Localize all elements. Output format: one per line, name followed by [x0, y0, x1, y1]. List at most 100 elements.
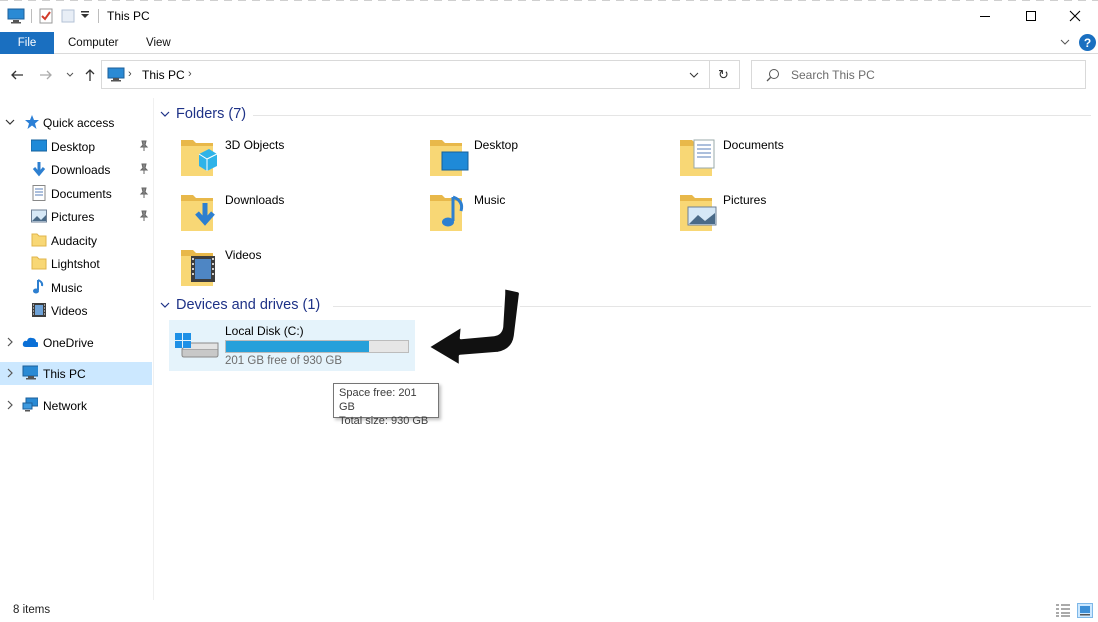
pin-icon[interactable]	[138, 163, 149, 174]
drive-usage-bar	[225, 340, 409, 353]
sidebar-item-label: Videos	[51, 303, 88, 318]
folder-item[interactable]: Downloads	[179, 189, 419, 241]
folder-icon	[31, 256, 47, 270]
folder-name: Documents	[723, 138, 784, 152]
sidebar-item-downloads[interactable]: Downloads	[0, 158, 152, 181]
group-header-folders[interactable]: Folders (7)	[160, 104, 246, 124]
address-bar[interactable]: › This PC › ↻	[101, 60, 740, 89]
group-header-devices[interactable]: Devices and drives (1)	[160, 295, 320, 315]
sidebar-item-pictures[interactable]: Pictures	[0, 205, 152, 228]
folder-name: Desktop	[474, 138, 519, 152]
chevron-down-icon[interactable]	[5, 117, 15, 127]
up-arrow-icon	[85, 69, 95, 81]
forward-button[interactable]	[37, 66, 55, 84]
chevron-down-icon	[66, 72, 74, 77]
title-bar: This PC	[0, 0, 1098, 32]
pin-icon[interactable]	[138, 187, 149, 198]
cloud-icon	[22, 337, 38, 347]
chevron-right-icon[interactable]	[5, 368, 15, 378]
curved-arrow-icon	[426, 286, 522, 368]
sidebar-item-music[interactable]: Music	[0, 276, 152, 299]
maximize-icon	[1026, 11, 1036, 21]
drive-local-disk-c[interactable]: Local Disk (C:) 201 GB free of 930 GB	[169, 320, 415, 371]
drive-usage-fill	[226, 341, 369, 352]
folder-item[interactable]: Documents	[678, 134, 918, 186]
music-folder-icon	[430, 195, 464, 231]
folder-icon	[31, 233, 47, 247]
documents-folder-icon	[680, 139, 715, 176]
sidebar-item-lightshot[interactable]: Lightshot	[0, 252, 152, 275]
sidebar-item-documents[interactable]: Documents	[0, 182, 152, 205]
drive-free-space: 201 GB free of 930 GB	[225, 355, 342, 367]
folder-item[interactable]: 3D Objects	[179, 134, 419, 186]
desktop-icon	[31, 139, 47, 152]
folder-name: Pictures	[723, 193, 767, 207]
sidebar-item-this-pc[interactable]: This PC	[0, 362, 152, 385]
sidebar-item-network[interactable]: Network	[0, 394, 152, 417]
folder-item[interactable]: Pictures	[678, 189, 918, 241]
recent-locations-button[interactable]	[61, 66, 79, 84]
details-view-icon[interactable]	[1055, 603, 1071, 618]
search-box[interactable]: Search This PC	[751, 60, 1086, 89]
chevron-right-icon[interactable]	[5, 400, 15, 410]
folder-name: Videos	[225, 248, 262, 262]
tab-computer[interactable]: Computer	[68, 32, 119, 54]
up-button[interactable]	[81, 66, 99, 84]
close-button[interactable]	[1052, 0, 1098, 32]
download-icon	[32, 162, 46, 177]
file-list-view: Folders (7) 3D Objects Desktop Documents…	[155, 98, 1098, 600]
search-input[interactable]: Search This PC	[791, 68, 875, 82]
pin-icon[interactable]	[138, 140, 149, 151]
refresh-icon[interactable]: ↻	[718, 67, 729, 83]
sidebar-item-onedrive[interactable]: OneDrive	[0, 331, 152, 354]
desktop-folder-icon	[430, 140, 469, 176]
group-header-label: Devices and drives (1)	[176, 297, 321, 313]
large-icons-view-icon[interactable]	[1077, 603, 1093, 618]
back-button[interactable]	[8, 66, 26, 84]
item-count: 8 items	[13, 604, 51, 616]
window-title: This PC	[107, 9, 150, 23]
folder-item[interactable]: Music	[428, 189, 668, 241]
customize-toolbar-icon[interactable]	[80, 10, 90, 20]
breadcrumb-this-pc[interactable]: This PC	[142, 68, 185, 82]
breadcrumb-chevron-icon[interactable]: ›	[188, 68, 192, 80]
sidebar-item-label: Pictures	[51, 209, 95, 224]
film-icon	[32, 303, 46, 317]
sidebar-item-quick-access[interactable]: Quick access	[0, 111, 152, 134]
this-pc-icon	[22, 365, 38, 380]
new-folder-icon[interactable]	[60, 8, 76, 24]
sidebar-item-label: This PC	[43, 366, 86, 381]
videos-folder-icon	[181, 250, 215, 286]
sidebar-item-label: Audacity	[51, 233, 98, 248]
folder-item[interactable]: Videos	[179, 244, 419, 296]
address-dropdown-icon[interactable]	[688, 70, 700, 80]
chevron-down-icon[interactable]	[160, 109, 170, 119]
network-icon	[22, 397, 38, 412]
chevron-right-icon[interactable]	[5, 337, 15, 347]
tab-file[interactable]: File	[0, 32, 54, 54]
tab-view[interactable]: View	[146, 32, 171, 54]
music-note-icon	[33, 279, 44, 294]
folder-item[interactable]: Desktop	[428, 134, 668, 186]
this-pc-icon	[107, 67, 125, 82]
sidebar-item-label: Desktop	[51, 139, 96, 154]
pin-icon[interactable]	[138, 210, 149, 221]
properties-icon[interactable]	[38, 8, 54, 24]
breadcrumb-chevron-icon[interactable]: ›	[128, 68, 132, 80]
status-bar: 8 items	[0, 600, 1098, 622]
sidebar-item-label: Downloads	[51, 162, 111, 177]
star-icon	[25, 115, 39, 129]
minimize-button[interactable]	[962, 0, 1008, 32]
sidebar-item-desktop[interactable]: Desktop	[0, 135, 152, 158]
folder-name: Music	[474, 193, 506, 207]
address-separator	[709, 61, 710, 88]
expand-ribbon-icon[interactable]	[1059, 36, 1071, 48]
chevron-down-icon[interactable]	[160, 300, 170, 310]
help-button[interactable]: ?	[1079, 34, 1096, 51]
tooltip-total-size: Total size: 930 GB	[339, 415, 429, 427]
sidebar-item-label: Documents	[51, 186, 112, 201]
navigation-pane: Quick access Desktop Downloads Documents…	[0, 98, 154, 600]
maximize-button[interactable]	[1008, 0, 1054, 32]
sidebar-item-videos[interactable]: Videos	[0, 299, 152, 322]
sidebar-item-audacity[interactable]: Audacity	[0, 229, 152, 252]
